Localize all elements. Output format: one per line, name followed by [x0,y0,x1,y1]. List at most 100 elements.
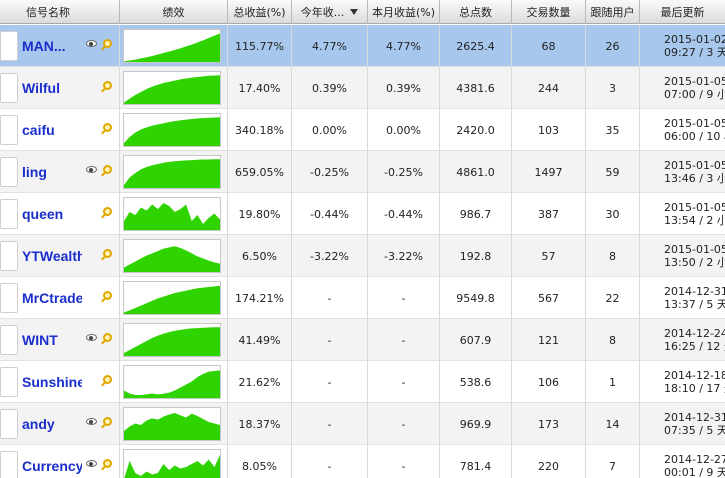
signal-name-link[interactable]: Sunshine [22,374,82,390]
table-row[interactable]: MrCtrade 174.21% - -9549.8 567 22 2014-12-31 13… [0,277,725,319]
col-header-ytd[interactable]: 今年收... [292,0,368,24]
table-row[interactable]: andy 18.37% - -969.9 173 14 2014-12-31 07:35 / … [0,403,725,445]
signal-name-link[interactable]: ling [22,164,82,180]
avatar[interactable] [0,241,18,271]
table-row[interactable]: Wilful 17.40% 0.39% 0.39% 4381.6 244 3 2015-01-… [0,67,725,109]
performance-sparkline[interactable] [123,239,221,273]
table-row[interactable]: WINT 41.49% - -607.9 121 8 2014-12-24 16:25 / 1… [0,319,725,361]
last-updated-cell: 2015-01-0506:00 / 10 小时前 [640,109,725,151]
last-updated-cell: 2014-12-1818:10 / 17 天前 [640,361,725,403]
avatar[interactable] [0,451,18,478]
col-header-followers[interactable]: 跟随用户 [586,0,640,24]
month-return-cell: - [368,403,440,445]
signal-name-link[interactable]: Currency [22,458,82,474]
avatar[interactable] [0,409,18,439]
follower-count-cell: 3 [586,67,640,109]
table-row[interactable]: Sunshine 21.62% - -538.6 106 1 2014-12-18 18:10… [0,361,725,403]
performance-sparkline[interactable] [123,281,221,315]
key-icon[interactable] [103,123,112,132]
signal-name-link[interactable]: queen [22,206,82,222]
performance-cell [120,319,228,361]
key-icon[interactable] [103,165,112,174]
eye-icon[interactable] [86,460,97,467]
col-header-performance[interactable]: 绩效 [120,0,228,24]
table-row[interactable]: YTWealth 6.50% -3.22% -3.22% 192.8 57 8 2015-01… [0,235,725,277]
key-icon[interactable] [103,459,112,468]
updated-date: 2015-01-05 [664,117,725,130]
signal-name-link[interactable]: andy [22,416,82,432]
updated-date: 2015-01-05 [664,159,725,172]
follower-count-cell: 59 [586,151,640,193]
sparkline-area [124,203,220,230]
eye-icon[interactable] [86,418,97,425]
signal-name-link[interactable]: Wilful [22,80,82,96]
col-header-updated[interactable]: 最后更新 [640,0,725,24]
col-header-points[interactable]: 总点数 [440,0,512,24]
performance-sparkline[interactable] [123,449,221,478]
performance-sparkline[interactable] [123,113,221,147]
key-icon[interactable] [103,375,112,384]
key-icon[interactable] [103,81,112,90]
col-header-name[interactable]: 信号名称 [0,0,120,24]
col-header-total-return[interactable]: 总收益(%) [228,0,292,24]
col-header-trades[interactable]: 交易数量 [512,0,586,24]
eye-icon[interactable] [86,40,97,47]
performance-sparkline[interactable] [123,197,221,231]
signal-name-link[interactable]: WINT [22,332,82,348]
key-icon[interactable] [103,417,112,426]
trade-count-cell: 57 [512,235,586,277]
table-row[interactable]: MAN... 115.77% 4.77% 4.77% 2625.4 68 26 2015-01… [0,25,725,67]
avatar[interactable] [0,115,18,145]
key-icon[interactable] [103,249,112,258]
ytd-return-cell: -3.22% [292,235,368,277]
last-updated-cell: 2015-01-0507:00 / 9 小时前 [640,67,725,109]
signal-name-link[interactable]: YTWealth [22,248,82,264]
trade-count-cell: 244 [512,67,586,109]
performance-sparkline[interactable] [123,323,221,357]
signal-name-cell: queen [0,193,120,235]
key-icon[interactable] [103,291,112,300]
table-row[interactable]: queen 19.80% -0.44% -0.44% 986.7 387 30 2015-01… [0,193,725,235]
key-icon[interactable] [103,333,112,342]
total-return-cell: 19.80% [228,193,292,235]
ytd-return-cell: - [292,445,368,478]
table-row[interactable]: Currency 8.05% - -781.4 220 7 2014-12-27 00:01 … [0,445,725,478]
avatar[interactable] [0,73,18,103]
table-row[interactable]: ling 659.05% -0.25% -0.25% 4861.0 1497 59 2015-… [0,151,725,193]
avatar[interactable] [0,367,18,397]
updated-time: 13:37 / 5 天前 [664,298,725,311]
performance-cell [120,445,228,478]
total-return-cell: 18.37% [228,403,292,445]
avatar[interactable] [0,325,18,355]
eye-icon[interactable] [86,166,97,173]
col-header-month[interactable]: 本月收益(%) [368,0,440,24]
trade-count-cell: 387 [512,193,586,235]
avatar[interactable] [0,31,18,61]
ytd-return-cell: -0.25% [292,151,368,193]
table-row[interactable]: caifu 340.18% 0.00% 0.00% 2420.0 103 35 2015-01… [0,109,725,151]
updated-time: 07:35 / 5 天前 [664,424,725,437]
updated-date: 2014-12-18 [664,369,725,382]
signal-name-link[interactable]: caifu [22,122,82,138]
last-updated-cell: 2014-12-2700:01 / 9 天前 [640,445,725,478]
key-icon[interactable] [103,207,112,216]
trade-count-cell: 567 [512,277,586,319]
performance-sparkline[interactable] [123,407,221,441]
signal-name-link[interactable]: MAN... [22,38,82,54]
performance-sparkline[interactable] [123,29,221,63]
performance-sparkline[interactable] [123,155,221,189]
table-header: 信号名称 绩效 总收益(%) 今年收... 本月收益(%) 总点数 交易数量 跟… [0,0,725,24]
avatar[interactable] [0,283,18,313]
key-icon[interactable] [103,39,112,48]
performance-sparkline[interactable] [123,71,221,105]
total-return-cell: 340.18% [228,109,292,151]
updated-time: 07:00 / 9 小时前 [664,88,725,101]
performance-sparkline[interactable] [123,365,221,399]
signal-name-link[interactable]: MrCtrade [22,290,82,306]
eye-icon[interactable] [86,334,97,341]
last-updated-cell: 2014-12-2416:25 / 12 天前 [640,319,725,361]
avatar[interactable] [0,157,18,187]
total-points-cell: 4861.0 [440,151,512,193]
avatar[interactable] [0,199,18,229]
updated-time: 13:46 / 3 小时前 [664,172,725,185]
